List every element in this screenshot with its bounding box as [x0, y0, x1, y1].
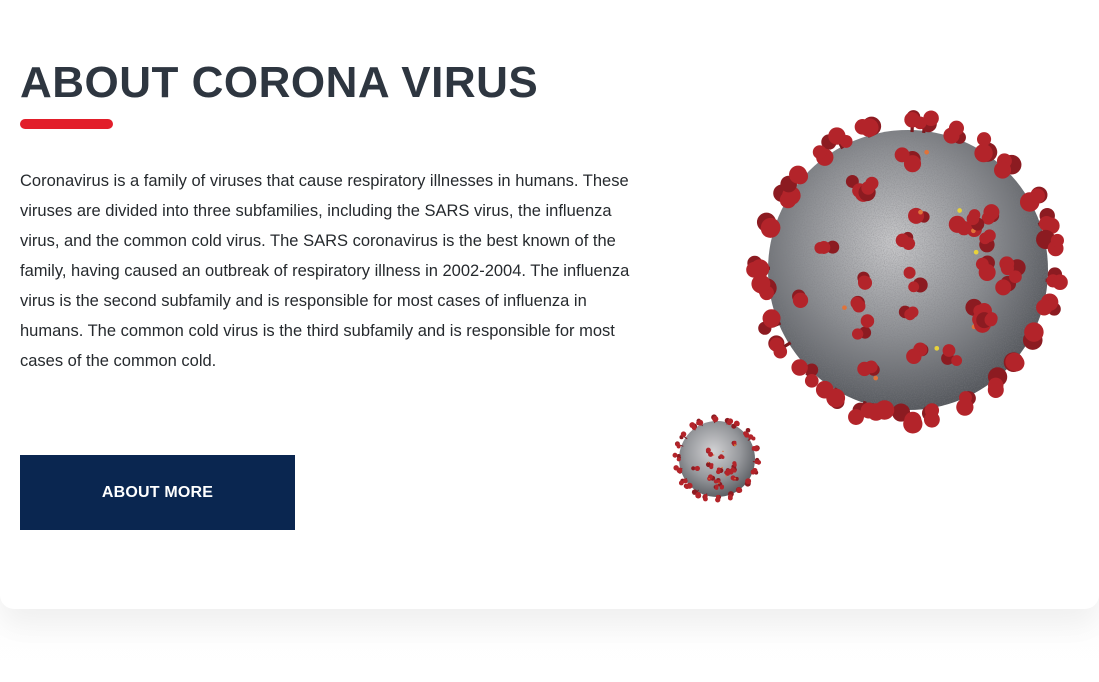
section-title: ABOUT CORONA VIRUS [20, 58, 539, 107]
about-more-button[interactable]: ABOUT MORE [20, 455, 295, 530]
section-description: Coronavirus is a family of viruses that … [20, 172, 630, 370]
coronavirus-illustration [746, 110, 1068, 434]
title-underline [20, 119, 113, 129]
about-section-card: ABOUT CORONA VIRUS Coronavirus is a fami… [0, 0, 1099, 609]
page: ABOUT CORONA VIRUS Coronavirus is a fami… [0, 0, 1099, 682]
coronavirus-illustration-small [672, 414, 762, 503]
